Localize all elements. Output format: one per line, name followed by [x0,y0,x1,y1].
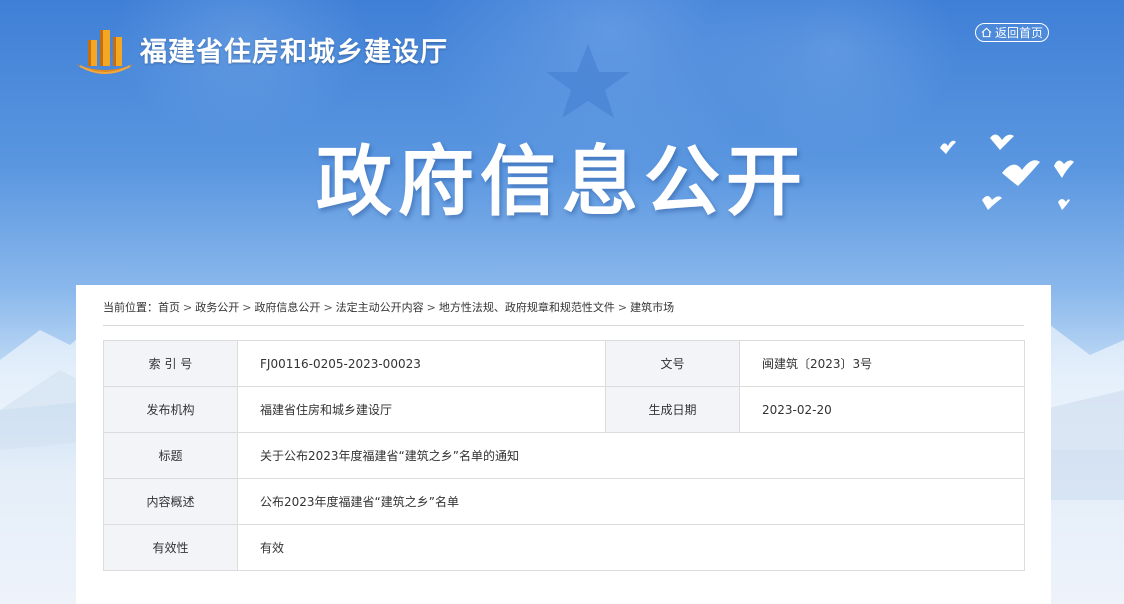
title-label: 标题 [103,432,238,479]
home-button-label: 返回首页 [994,26,1043,40]
breadcrumb-separator: > [323,301,333,314]
index-label: 索 引 号 [103,340,238,387]
site-title: 福建省住房和城乡建设厅 [140,37,448,68]
breadcrumb-separator: > [242,301,252,314]
date-value: 2023-02-20 [739,386,1025,433]
table-row: 发布机构 福建省住房和城乡建设厅 生成日期 2023-02-20 [103,386,1025,433]
breadcrumb-item-home[interactable]: 首页 [158,301,180,314]
breadcrumb: 当前位置：首页 > 政务公开 > 政府信息公开 > 法定主动公开内容 > 地方性法规、政府规章和… [103,301,1024,326]
page: 福建省住房和城乡建设厅 返回首页 政府信息公开 当前位置：首页 > 政务公开 > 政府信… [0,0,1124,604]
breadcrumb-item-statutory[interactable]: 法定主动公开内容 [336,301,424,314]
date-label: 生成日期 [605,386,740,433]
info-table: 索 引 号 FJ00116-0205-2023-00023 文号 闽建筑〔202… [103,340,1025,571]
breadcrumb-separator: > [617,301,628,314]
table-row: 标题 关于公布2023年度福建省“建筑之乡”名单的通知 [103,432,1025,479]
home-button[interactable]: 返回首页 [975,23,1049,42]
breadcrumb-separator: > [183,301,193,314]
content-panel: 当前位置：首页 > 政务公开 > 政府信息公开 > 法定主动公开内容 > 地方性法规、政府规章和… [76,285,1051,604]
background-glow-left [110,0,370,140]
title-value: 关于公布2023年度福建省“建筑之乡”名单的通知 [237,432,1025,479]
table-row: 有效性 有效 [103,524,1025,571]
doc-no-value: 闽建筑〔2023〕3号 [739,340,1025,387]
table-row: 索 引 号 FJ00116-0205-2023-00023 文号 闽建筑〔202… [103,340,1025,387]
doves-decoration-icon [940,134,1074,210]
star-emblem-icon [546,44,630,118]
building-logo-icon [76,30,134,74]
breadcrumb-item-regulations[interactable]: 地方性法规、政府规章和规范性文件 [439,301,615,314]
breadcrumb-item-gov-affairs[interactable]: 政务公开 [195,301,239,314]
index-value: FJ00116-0205-2023-00023 [237,340,606,387]
table-row: 内容概述 公布2023年度福建省“建筑之乡”名单 [103,478,1025,525]
summary-label: 内容概述 [103,478,238,525]
validity-label: 有效性 [103,524,238,571]
doc-no-label: 文号 [605,340,740,387]
validity-value: 有效 [237,524,1025,571]
breadcrumb-item-gov-info[interactable]: 政府信息公开 [254,301,320,314]
home-icon [981,27,992,38]
breadcrumb-prefix: 当前位置： [103,301,158,314]
publisher-label: 发布机构 [103,386,238,433]
publisher-value: 福建省住房和城乡建设厅 [237,386,606,433]
summary-value: 公布2023年度福建省“建筑之乡”名单 [237,478,1025,525]
breadcrumb-separator: > [426,301,436,314]
breadcrumb-item-construction-market[interactable]: 建筑市场 [630,301,674,314]
